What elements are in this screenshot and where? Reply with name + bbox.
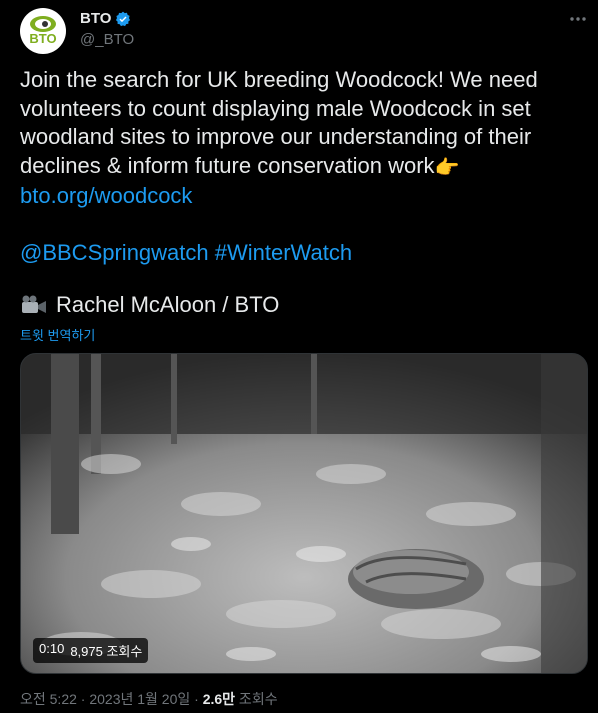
mentions-hashtags[interactable]: @BBCSpringwatch #WinterWatch (20, 239, 580, 268)
views-count: 2.6만 (202, 691, 236, 707)
verified-badge-icon (116, 11, 131, 26)
tweet: BTO BTO @_BTO Join the search for UK bre… (0, 0, 598, 713)
video-player[interactable]: 0:10 8,975 조회수 (20, 353, 588, 674)
avatar[interactable]: BTO (20, 8, 66, 54)
tweet-text-line: declines & inform future conservation wo… (20, 152, 580, 183)
more-options-icon[interactable] (568, 12, 588, 26)
woodcock-link[interactable]: bto.org/woodcock (20, 182, 580, 211)
tweet-header: BTO BTO @_BTO (20, 8, 590, 56)
video-camera-icon (22, 295, 46, 313)
photo-credit: Rachel McAloon / BTO (20, 292, 279, 318)
video-stats-overlay: 0:10 8,975 조회수 (33, 638, 149, 663)
translate-tweet-link[interactable]: 트윗 번역하기 (20, 325, 95, 344)
views-label: 조회수 (235, 691, 278, 707)
display-name[interactable]: BTO (80, 10, 111, 27)
tweet-text-segment: declines & inform future conservation wo… (20, 152, 435, 178)
woodcock-video-frame (21, 354, 587, 673)
tweet-text-line: woodland sites to improve our understand… (20, 124, 532, 149)
avatar-logo-text: BTO (29, 31, 57, 46)
name-row: BTO (80, 10, 131, 27)
video-view-count: 8,975 조회수 (70, 644, 143, 659)
credit-text: Rachel McAloon / BTO (56, 292, 280, 317)
tweet-meta: 오전 5:22 · 2023년 1월 20일 · 2.6만 조회수 (20, 689, 278, 709)
tweet-text-line: volunteers to count displaying male Wood… (20, 95, 531, 121)
tweet-text: Join the search for UK breeding Woodcock… (20, 66, 580, 268)
pointing-hand-emoji-icon: 👉 (434, 156, 460, 179)
tweet-timestamp[interactable]: 오전 5:22 · 2023년 1월 20일 · (20, 691, 203, 707)
video-timestamp: 0:10 (39, 641, 65, 656)
tweet-text-line: Join the search for UK breeding Woodcock… (20, 67, 538, 92)
handle[interactable]: @_BTO (80, 31, 134, 48)
